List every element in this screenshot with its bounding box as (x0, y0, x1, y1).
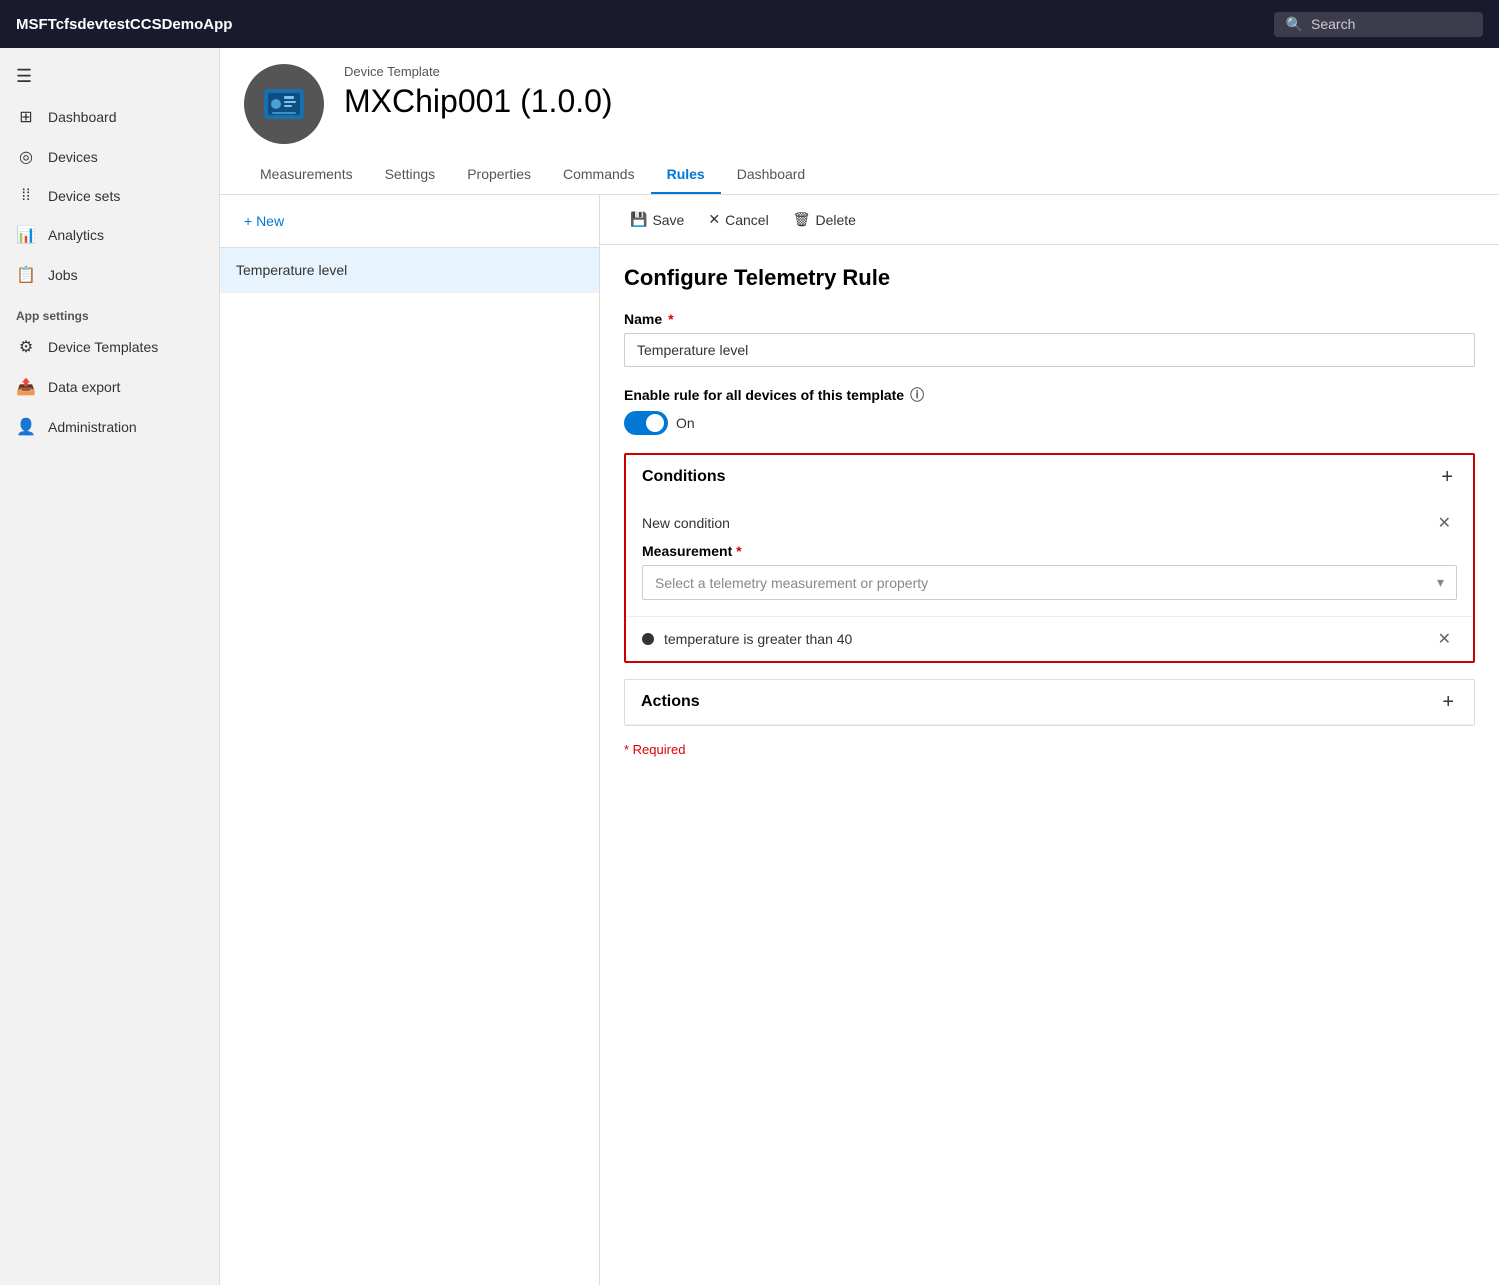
configure-toolbar: 💾 Save ✕ Cancel 🗑 Delete (600, 195, 1499, 245)
condition-status-dot (642, 633, 654, 645)
search-input[interactable] (1311, 16, 1471, 32)
analytics-icon: 📊 (16, 225, 36, 245)
sidebar-item-jobs[interactable]: 📋 Jobs (0, 255, 219, 295)
configure-title: Configure Telemetry Rule (624, 265, 1475, 291)
conditions-title: Conditions (642, 468, 726, 486)
sidebar-item-label: Administration (48, 419, 137, 435)
device-tabs: Measurements Settings Properties Command… (244, 156, 1475, 194)
device-sets-icon: ⁞⁞ (16, 187, 36, 205)
enable-toggle-group: Enable rule for all devices of this temp… (624, 385, 1475, 435)
save-icon: 💾 (630, 211, 647, 228)
sidebar-item-administration[interactable]: 👤 Administration (0, 407, 219, 447)
rules-list: Temperature level (220, 248, 599, 1285)
rules-toolbar: + New (220, 195, 599, 248)
cancel-label: Cancel (725, 212, 769, 228)
hamburger-menu[interactable]: ☰ (0, 56, 219, 97)
tab-settings[interactable]: Settings (369, 156, 452, 194)
name-form-group: Name * (624, 311, 1475, 367)
devices-icon: ◎ (16, 147, 36, 167)
delete-button[interactable]: 🗑 Delete (783, 205, 866, 234)
new-condition-label: New condition (642, 515, 730, 531)
add-condition-button[interactable]: + (1437, 467, 1457, 487)
actions-title: Actions (641, 693, 700, 711)
list-item[interactable]: Temperature level (220, 248, 599, 293)
sidebar-item-label: Dashboard (48, 109, 117, 125)
sidebar-item-data-export[interactable]: 📤 Data export (0, 367, 219, 407)
tab-measurements[interactable]: Measurements (244, 156, 369, 194)
save-label: Save (652, 212, 684, 228)
search-icon: 🔍 (1286, 16, 1303, 33)
conditions-header: Conditions + (626, 455, 1473, 499)
sidebar-item-device-sets[interactable]: ⁞⁞ Device sets (0, 177, 219, 215)
close-new-condition-button[interactable]: ✕ (1432, 511, 1457, 535)
sidebar-item-label: Device Templates (48, 339, 158, 355)
device-header: Device Template MXChip001 (1.0.0) Measur… (220, 48, 1499, 195)
tab-rules[interactable]: Rules (651, 156, 721, 194)
delete-icon: 🗑 (793, 211, 811, 228)
enable-label: Enable rule for all devices of this temp… (624, 385, 1475, 405)
rule-name: Temperature level (236, 262, 347, 278)
name-label: Name * (624, 311, 1475, 327)
name-input[interactable] (624, 333, 1475, 367)
remove-condition-button[interactable]: ✕ (1432, 627, 1457, 651)
sidebar-item-analytics[interactable]: 📊 Analytics (0, 215, 219, 255)
conditions-section: Conditions + New condition ✕ Measurement… (624, 453, 1475, 663)
required-note: * Required (624, 742, 1475, 757)
save-button[interactable]: 💾 Save (620, 205, 694, 234)
condition-block: New condition ✕ Measurement * Select a t… (626, 499, 1473, 616)
sidebar-item-label: Data export (48, 379, 120, 395)
configure-body: Configure Telemetry Rule Name * Enable r… (600, 245, 1499, 777)
actions-header: Actions + (625, 680, 1474, 725)
sidebar-item-device-templates[interactable]: ⚙ Device Templates (0, 327, 219, 367)
measurement-placeholder: Select a telemetry measurement or proper… (655, 575, 928, 591)
app-title: MSFTcfsdevtestCCSDemoApp (16, 16, 232, 33)
device-header-top: Device Template MXChip001 (1.0.0) (244, 64, 1475, 144)
toggle-container: On (624, 411, 1475, 435)
sidebar-item-label: Device sets (48, 188, 120, 204)
toggle-knob (646, 414, 664, 432)
condition-text: temperature is greater than 40 (664, 631, 852, 647)
enable-toggle[interactable] (624, 411, 668, 435)
condition-summary-row: temperature is greater than 40 ✕ (626, 616, 1473, 661)
chevron-down-icon: ▾ (1437, 574, 1444, 591)
sidebar-item-devices[interactable]: ◎ Devices (0, 137, 219, 177)
main-layout: ☰ ⊞ Dashboard ◎ Devices ⁞⁞ Device sets 📊… (0, 48, 1499, 1285)
configure-panel: 💾 Save ✕ Cancel 🗑 Delete Configure Telem… (600, 195, 1499, 1285)
name-required-indicator: * (668, 311, 673, 327)
sidebar-item-label: Analytics (48, 227, 104, 243)
sidebar: ☰ ⊞ Dashboard ◎ Devices ⁞⁞ Device sets 📊… (0, 48, 220, 1285)
panels: + New Temperature level 💾 Save (220, 195, 1499, 1285)
measurement-dropdown[interactable]: Select a telemetry measurement or proper… (642, 565, 1457, 600)
add-action-button[interactable]: + (1438, 692, 1458, 712)
toggle-state-label: On (676, 415, 695, 431)
content-area: Device Template MXChip001 (1.0.0) Measur… (220, 48, 1499, 1285)
cancel-icon: ✕ (708, 211, 720, 228)
sidebar-item-label: Devices (48, 149, 98, 165)
cancel-button[interactable]: ✕ Cancel (698, 205, 778, 234)
rules-panel: + New Temperature level (220, 195, 600, 1285)
device-name: MXChip001 (1.0.0) (344, 83, 1475, 120)
dashboard-icon: ⊞ (16, 107, 36, 127)
sidebar-item-label: Jobs (48, 267, 78, 283)
app-settings-label: App settings (0, 295, 219, 327)
new-rule-button[interactable]: + New (236, 207, 292, 235)
device-template-label: Device Template (344, 64, 1475, 79)
search-bar[interactable]: 🔍 (1274, 12, 1483, 37)
delete-label: Delete (815, 212, 855, 228)
device-templates-icon: ⚙ (16, 337, 36, 357)
tab-commands[interactable]: Commands (547, 156, 651, 194)
new-condition-row: New condition ✕ (642, 511, 1457, 535)
tab-properties[interactable]: Properties (451, 156, 547, 194)
device-avatar (244, 64, 324, 144)
info-icon[interactable]: ⓘ (910, 385, 924, 405)
device-info: Device Template MXChip001 (1.0.0) (344, 64, 1475, 120)
jobs-icon: 📋 (16, 265, 36, 285)
data-export-icon: 📤 (16, 377, 36, 397)
measurement-label: Measurement * (642, 543, 1457, 559)
actions-section: Actions + (624, 679, 1475, 726)
tab-dashboard[interactable]: Dashboard (721, 156, 822, 194)
sidebar-item-dashboard[interactable]: ⊞ Dashboard (0, 97, 219, 137)
topbar: MSFTcfsdevtestCCSDemoApp 🔍 (0, 0, 1499, 48)
administration-icon: 👤 (16, 417, 36, 437)
